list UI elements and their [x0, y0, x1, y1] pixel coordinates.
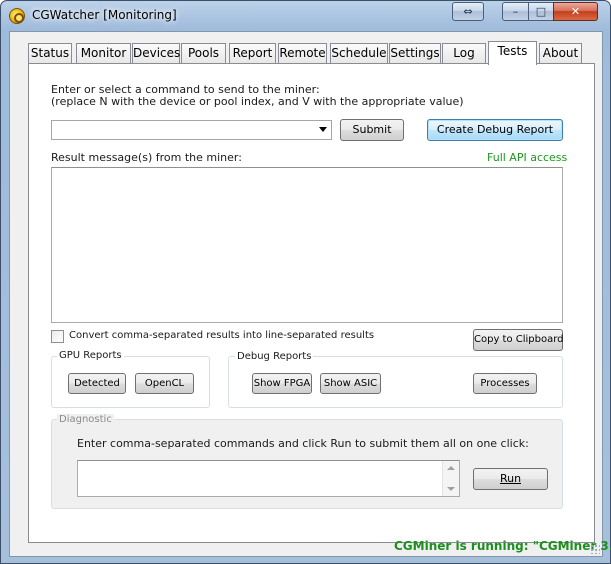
tab-monitor[interactable]: Monitor [76, 43, 131, 64]
tab-strip: Status Monitor Devices Pools Report Remo… [10, 32, 604, 65]
opencl-button-label: OpenCL [144, 378, 185, 389]
title-bar[interactable]: CGWatcher [Monitoring] ⇔ – □ ✕ [1, 1, 610, 31]
detected-button-label: Detected [74, 378, 120, 389]
show-fpga-button[interactable]: Show FPGA [252, 373, 312, 394]
diagnostic-scrollbar[interactable] [442, 461, 459, 496]
result-label: Result message(s) from the miner: [51, 151, 242, 164]
tab-status[interactable]: Status [28, 43, 72, 64]
app-window: CGWatcher [Monitoring] ⇔ – □ ✕ Status Mo… [0, 0, 611, 564]
result-textbox[interactable] [51, 167, 563, 323]
submit-button[interactable]: Submit [340, 119, 404, 141]
tab-pools[interactable]: Pools [181, 43, 226, 64]
chevron-down-icon[interactable] [319, 127, 327, 132]
create-debug-report-button[interactable]: Create Debug Report [427, 119, 563, 141]
gpu-reports-title: GPU Reports [57, 350, 124, 361]
show-asic-button[interactable]: Show ASIC [320, 373, 381, 394]
api-access-status: Full API access [487, 151, 568, 164]
resize-grip-icon[interactable] [590, 544, 600, 554]
tab-remote[interactable]: Remote [278, 43, 327, 64]
tab-settings[interactable]: Settings [389, 43, 441, 64]
tab-devices[interactable]: Devices [132, 43, 180, 64]
scroll-down-icon[interactable] [447, 487, 455, 491]
run-button[interactable]: Run [473, 468, 548, 490]
client-area: Status Monitor Devices Pools Report Remo… [9, 31, 611, 557]
convert-results-checkbox[interactable] [51, 330, 64, 343]
submit-button-label: Submit [352, 123, 392, 136]
create-debug-report-label: Create Debug Report [436, 123, 554, 136]
tab-report[interactable]: Report [229, 43, 276, 64]
debug-reports-title: Debug Reports [235, 351, 314, 362]
copy-to-clipboard-button[interactable]: Copy to Clipboard [473, 329, 564, 351]
cgwatcher-logo-icon [9, 8, 25, 24]
tab-schedule[interactable]: Schedule [330, 43, 388, 64]
move-window-button[interactable]: ⇔ [452, 2, 484, 21]
command-combobox[interactable] [51, 120, 332, 140]
window-title: CGWatcher [Monitoring] [32, 8, 177, 22]
diagnostic-commands-input[interactable] [77, 460, 460, 497]
command-prompt-line2: (replace N with the device or pool index… [51, 95, 464, 108]
maximize-button[interactable]: □ [528, 2, 554, 21]
show-asic-label: Show ASIC [323, 378, 378, 389]
convert-results-label[interactable]: Convert comma-separated results into lin… [69, 330, 374, 341]
processes-label: Processes [480, 378, 530, 389]
diagnostic-instructions: Enter comma-separated commands and click… [77, 437, 529, 450]
tab-log[interactable]: Log [442, 43, 486, 64]
run-button-label: Run [499, 472, 522, 485]
tests-panel: Enter or select a command to send to the… [28, 63, 595, 543]
tab-tests[interactable]: Tests [488, 41, 537, 65]
minimize-button[interactable]: – [502, 2, 529, 21]
scroll-up-icon[interactable] [447, 466, 455, 470]
opencl-button[interactable]: OpenCL [135, 373, 194, 394]
miner-status: CGMiner is running: "CGMiner 3.3.1" [394, 539, 611, 553]
tab-about[interactable]: About [539, 43, 582, 64]
show-fpga-label: Show FPGA [253, 378, 311, 389]
close-button[interactable]: ✕ [553, 2, 598, 21]
processes-button[interactable]: Processes [473, 373, 537, 394]
copy-to-clipboard-label: Copy to Clipboard [474, 334, 564, 345]
detected-button[interactable]: Detected [68, 373, 126, 394]
diagnostic-title: Diagnostic [57, 414, 114, 425]
